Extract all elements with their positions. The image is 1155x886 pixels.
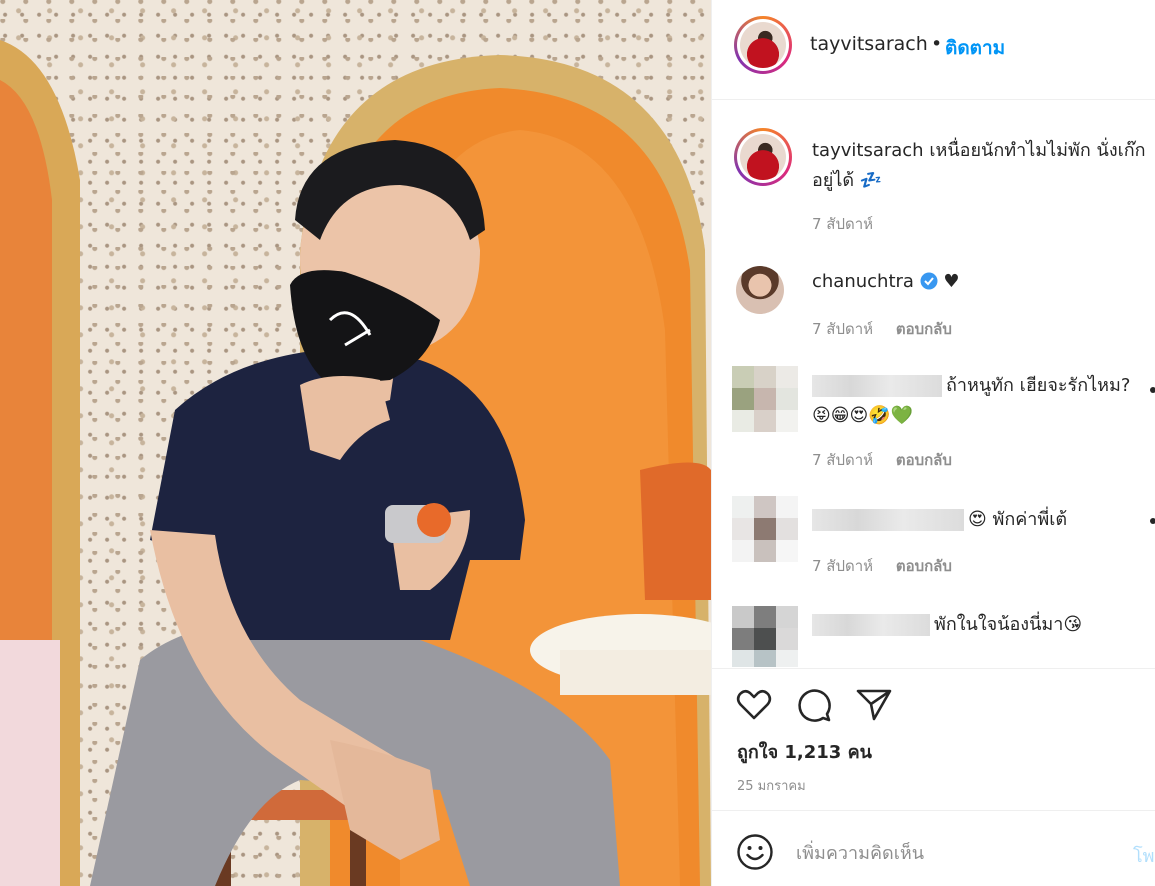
reply-button[interactable]: ตอบกลับ — [896, 557, 952, 575]
share-icon[interactable] — [854, 685, 894, 725]
comment-text: 😍 พักค่าพี่เต้ — [812, 505, 1147, 535]
post-actions: ถูกใจ 1,213 คน 25 มกราคม — [712, 668, 1155, 810]
comment-meta: 7 สัปดาห์ ตอบกลับ — [812, 554, 970, 578]
add-comment-bar: โพสต์ — [712, 810, 1155, 886]
more-options-icon[interactable] — [1150, 518, 1155, 524]
commenter-avatar-blurred[interactable] — [732, 366, 798, 432]
comment-row: chanuchtra ♥ 7 สัปดาห์ ตอบกลับ — [712, 251, 1155, 351]
comment-icon[interactable] — [794, 685, 834, 725]
caption-row: tayvitsarach เหนื่อยนักทำไมไม่พัก นั่งเก… — [712, 101, 1155, 251]
comment-time[interactable]: 7 สัปดาห์ — [812, 320, 873, 338]
comment-input[interactable] — [796, 837, 1126, 869]
hidden-username[interactable] — [812, 509, 964, 531]
reply-button[interactable]: ตอบกลับ — [896, 320, 952, 338]
separator-dot: • — [931, 33, 943, 55]
comment-text: พักในใจน้องนี่มา😘 — [812, 610, 1147, 640]
commenter-avatar-blurred[interactable] — [732, 496, 798, 562]
likes-count[interactable]: ถูกใจ 1,213 คน — [737, 737, 872, 766]
comment-row: พักในใจน้องนี่มา😘 — [712, 604, 1155, 667]
post-date[interactable]: 25 มกราคม — [737, 775, 806, 796]
reply-button[interactable]: ตอบกลับ — [896, 451, 952, 469]
comment-row: 😍 พักค่าพี่เต้ 7 สัปดาห์ ตอบกลับ — [712, 494, 1155, 584]
caption-text: tayvitsarach เหนื่อยนักทำไมไม่พัก นั่งเก… — [812, 136, 1147, 196]
more-options-icon[interactable] — [1150, 387, 1155, 393]
hidden-username[interactable] — [812, 375, 942, 397]
caption-username[interactable]: tayvitsarach — [812, 140, 924, 161]
verified-badge-icon — [920, 272, 938, 290]
commenter-avatar-blurred[interactable] — [732, 606, 798, 667]
caption-time[interactable]: 7 สัปดาห์ — [812, 215, 873, 233]
comment-body: พักในใจน้องนี่มา😘 — [934, 614, 1083, 635]
comment-meta: 7 สัปดาห์ ตอบกลับ — [812, 448, 970, 472]
chair — [640, 462, 711, 600]
comment-text: chanuchtra ♥ — [812, 267, 1147, 297]
comment-username[interactable]: chanuchtra — [812, 271, 914, 292]
comment-body: 😍 พักค่าพี่เต้ — [968, 509, 1068, 530]
comments-list[interactable]: tayvitsarach เหนื่อยนักทำไมไม่พัก นั่งเก… — [712, 101, 1155, 667]
comment-meta: 7 สัปดาห์ ตอบกลับ — [812, 317, 970, 341]
post-comment-button[interactable]: โพสต์ — [1133, 841, 1155, 870]
post-header: tayvitsarach • ติดตาม — [712, 0, 1155, 100]
caption-meta: 7 สัปดาห์ — [812, 212, 891, 236]
follow-button[interactable]: ติดตาม — [945, 33, 1005, 63]
post-photo[interactable] — [0, 0, 711, 886]
caption-avatar[interactable] — [734, 128, 792, 186]
author-username[interactable]: tayvitsarach — [810, 33, 928, 55]
comment-row: ถ้าหนูทัก เฮียจะรักไหม? 😝😁😍🤣💚 7 สัปดาห์ … — [712, 361, 1155, 476]
photo-illustration — [0, 40, 711, 886]
post-side-panel: tayvitsarach • ติดตาม tayvitsarach เหนื่… — [711, 0, 1155, 886]
comment-body: ♥ — [943, 271, 960, 292]
comment-time[interactable]: 7 สัปดาห์ — [812, 557, 873, 575]
comment-time[interactable]: 7 สัปดาห์ — [812, 451, 873, 469]
hidden-username[interactable] — [812, 614, 930, 636]
commenter-avatar[interactable] — [736, 266, 784, 314]
emoji-icon[interactable] — [736, 833, 774, 871]
author-avatar[interactable] — [734, 16, 792, 74]
heart-icon[interactable] — [734, 685, 774, 725]
comment-text: ถ้าหนูทัก เฮียจะรักไหม? 😝😁😍🤣💚 — [812, 371, 1147, 431]
